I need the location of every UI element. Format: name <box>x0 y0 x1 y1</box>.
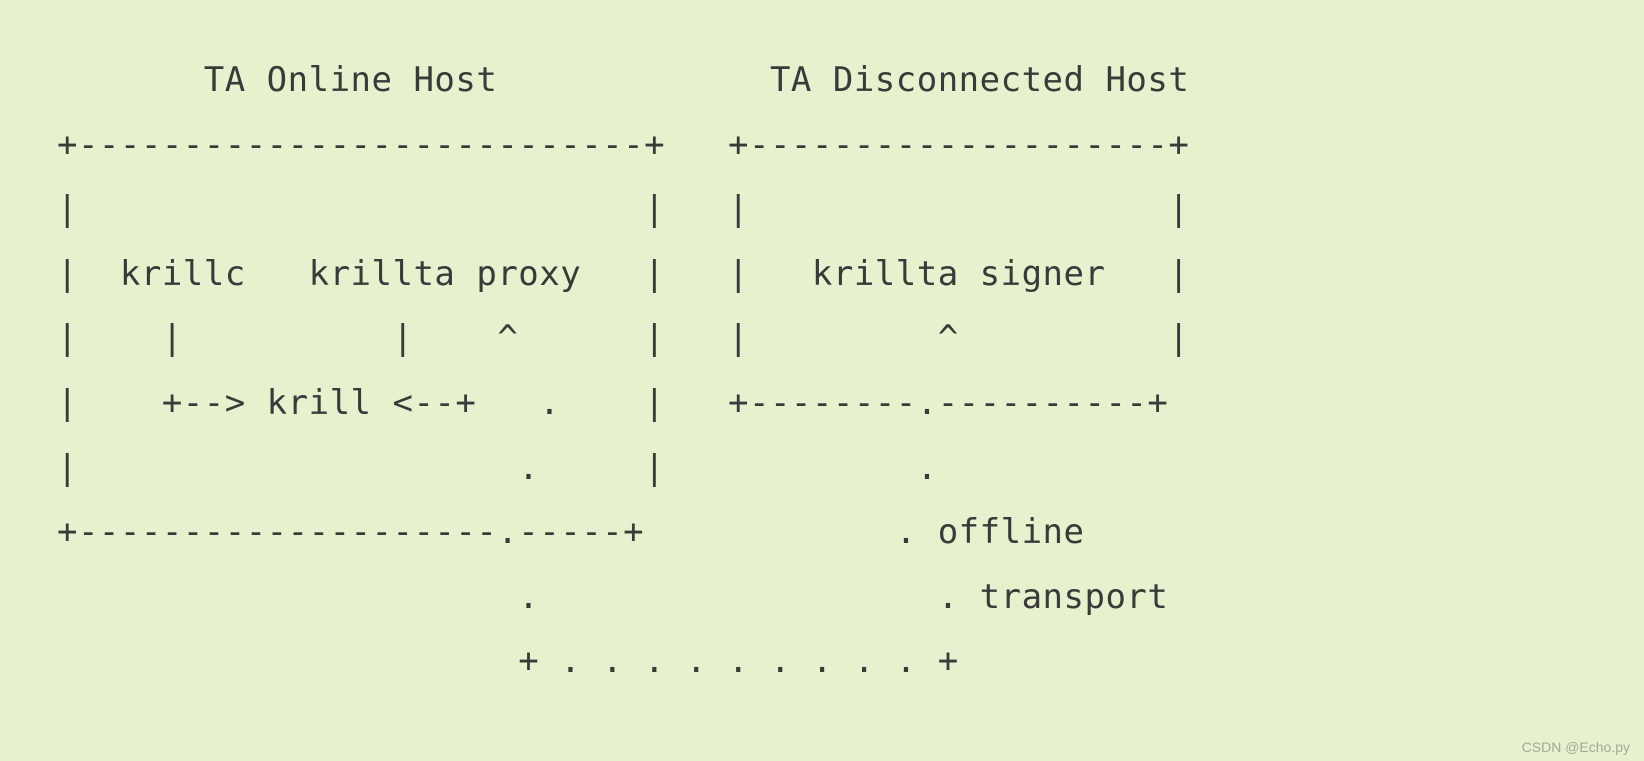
diagram-line-9: + . . . . . . . . . + <box>36 641 959 681</box>
diagram-line-5: | +--> krill <--+ . | +--------.--------… <box>36 383 1168 423</box>
diagram-line-4: | | | ^ | | ^ | <box>36 318 1189 358</box>
ta-architecture-diagram: TA Online Host TA Disconnected Host +---… <box>0 0 1644 742</box>
diagram-line-1: +---------------------------+ +---------… <box>36 125 1189 165</box>
diagram-line-2: | | | | <box>36 189 1189 229</box>
diagram-line-7: +--------------------.-----+ . offline <box>36 512 1085 552</box>
diagram-line-8: . . transport <box>36 577 1168 617</box>
diagram-line-6: | . | . <box>36 448 938 488</box>
diagram-line-0: TA Online Host TA Disconnected Host <box>36 60 1189 100</box>
diagram-line-3: | krillc krillta proxy | | krillta signe… <box>36 254 1189 294</box>
watermark: CSDN @Echo.py <box>1522 739 1630 755</box>
